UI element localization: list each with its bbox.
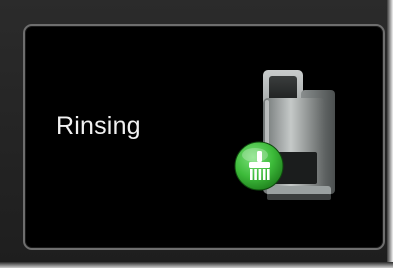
status-text: Rinsing <box>56 112 141 140</box>
bezel-edge-bottom <box>0 262 393 268</box>
bezel-edge-right <box>387 0 393 268</box>
device-bezel: Rinsing <box>0 0 393 268</box>
rinse-brush-icon <box>234 141 284 191</box>
